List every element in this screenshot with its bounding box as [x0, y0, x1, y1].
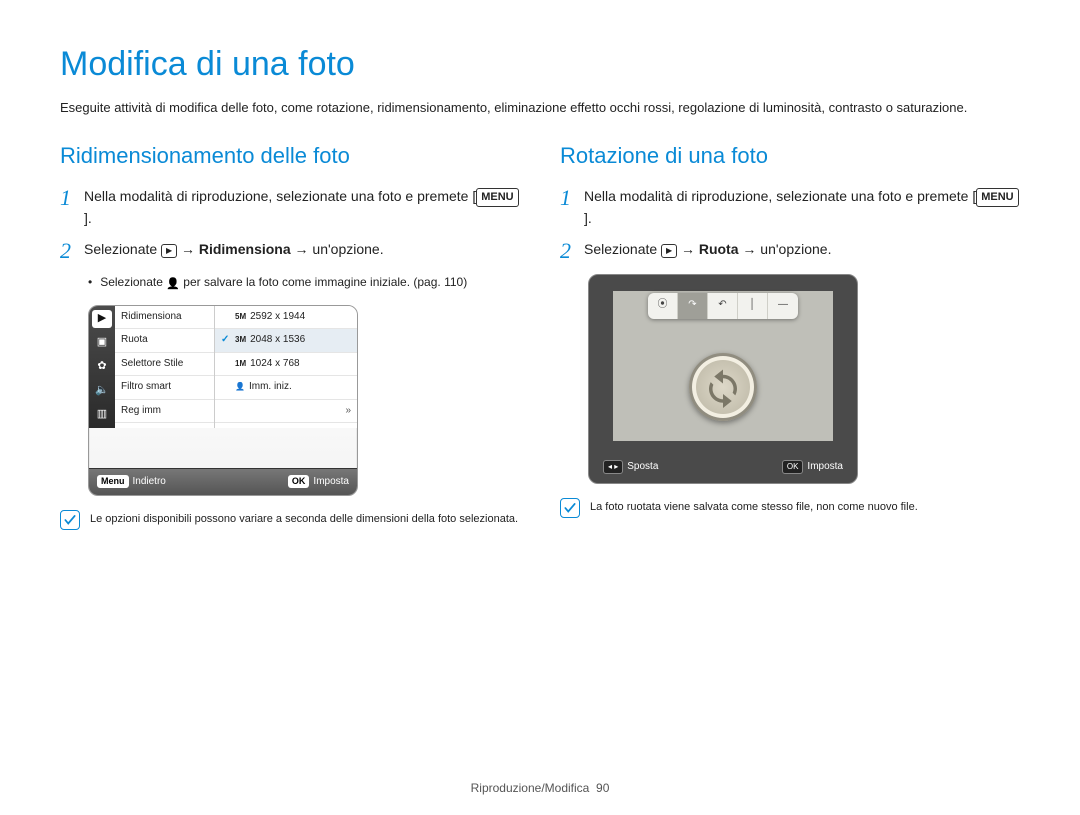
note-icon	[560, 498, 580, 518]
size-option-selected: ✓3M2048 x 1536	[215, 329, 357, 353]
step-number: 2	[60, 239, 84, 263]
display-tab-icon: ▣	[93, 334, 111, 352]
rotate-tool-ccw-icon: ↶	[708, 293, 738, 319]
page-footer: Riproduzione/Modifica 90	[0, 780, 1080, 797]
rotate-cw-arrow-icon	[702, 366, 744, 408]
resize-note-text: Le opzioni disponibili possono variare a…	[90, 510, 520, 527]
step-number: 1	[60, 186, 84, 229]
rotate-step2-c: → un'opzione.	[739, 241, 832, 257]
size-option: 5M2592 x 1944	[215, 306, 357, 330]
size-option: 1M1024 x 768	[215, 353, 357, 377]
screen-tab-icon: ▥	[93, 406, 111, 424]
rotate-tool-reset-icon: ⦿	[648, 293, 678, 319]
rotate-step1-text-b: ].	[584, 210, 592, 226]
rotate-step-1: 1 Nella modalità di riproduzione, selezi…	[560, 186, 1020, 229]
footer-sposta-label: Sposta	[627, 461, 658, 472]
resize-step2-b: →	[177, 241, 199, 257]
resize-bullet-a: Selezionate	[100, 275, 166, 289]
resize-step1-text-b: ].	[84, 210, 92, 226]
menu-item-filtro-smart: Filtro smart	[115, 376, 214, 400]
footer-imposta-label: Imposta	[807, 461, 843, 472]
footer-section: Riproduzione/Modifica	[471, 781, 590, 795]
start-image-icon	[166, 275, 180, 289]
resize-step-1: 1 Nella modalità di riproduzione, selezi…	[60, 186, 520, 229]
rotate-step1-text-a: Nella modalità di riproduzione, selezion…	[584, 188, 976, 204]
rotate-toolbar: ⦿ ↷ ↶ │ —	[648, 293, 798, 319]
rotate-note-text: La foto ruotata viene salvata come stess…	[590, 498, 1020, 515]
footer-menu-key: Menu	[97, 475, 129, 488]
screenshot-tab-strip: ▶ ▣ ✿ 🔈 ▥	[89, 306, 115, 428]
resize-step-2: 2 Selezionate → Ridimensiona → un'opzion…	[60, 239, 520, 263]
rotate-tool-flipv-icon: —	[768, 293, 798, 319]
screenshot-footer: Menu Indietro OKImposta	[89, 468, 357, 496]
play-mode-icon	[661, 244, 677, 258]
menu-item-ridimensiona: Ridimensiona	[115, 306, 214, 330]
rotate-tool-cw-icon: ↷	[678, 293, 708, 319]
resize-bullet: Selezionate per salvare la foto come imm…	[88, 274, 520, 293]
resize-section: Ridimensionamento delle foto 1 Nella mod…	[60, 140, 520, 530]
rotate-screenshot: ⦿ ↷ ↶ │ — ◂ ▸ Sposta OKImposta	[588, 274, 858, 484]
resize-note: Le opzioni disponibili possono variare a…	[60, 510, 520, 530]
rotate-step2-b: →	[677, 241, 699, 257]
footer-ok-label: Imposta	[313, 476, 349, 487]
resize-step2-bold: Ridimensiona	[199, 241, 291, 257]
footer-page-number: 90	[596, 781, 609, 795]
footer-ok-key: OK	[782, 460, 804, 474]
intro-text: Eseguite attività di modifica delle foto…	[60, 99, 1020, 118]
screenshot-option-list: 5M2592 x 1944 ✓3M2048 x 1536 1M1024 x 76…	[215, 306, 357, 428]
screenshot-menu-list: Ridimensiona Ruota Selettore Stile Filtr…	[115, 306, 215, 428]
rotate-heading: Rotazione di una foto	[560, 140, 1020, 172]
step-number: 2	[560, 239, 584, 263]
resize-heading: Ridimensionamento delle foto	[60, 140, 520, 172]
more-indicator-icon: »	[215, 400, 357, 424]
resize-step2-c: → un'opzione.	[291, 241, 384, 257]
rotate-step2-bold: Ruota	[699, 241, 739, 257]
resize-menu-screenshot: ▶ ▣ ✿ 🔈 ▥ Ridimensiona Ruota Selettore S…	[88, 305, 358, 497]
rotate-section: Rotazione di una foto 1 Nella modalità d…	[560, 140, 1020, 530]
playback-tab-icon: ▶	[92, 310, 112, 328]
size-option: 👤Imm. iniz.	[215, 376, 357, 400]
rotate-step-2: 2 Selezionate → Ruota → un'opzione.	[560, 239, 1020, 263]
settings-tab-icon: ✿	[93, 358, 111, 376]
rotate-center-button	[689, 353, 757, 421]
rotate-step2-a: Selezionate	[584, 241, 661, 257]
menu-button-icon: MENU	[976, 188, 1018, 207]
resize-bullet-b: per salvare la foto come immagine inizia…	[180, 275, 467, 289]
rotate-tool-fliph-icon: │	[738, 293, 768, 319]
resize-step2-a: Selezionate	[84, 241, 161, 257]
sound-tab-icon: 🔈	[93, 382, 111, 400]
rotate-screenshot-footer: ◂ ▸ Sposta OKImposta	[603, 460, 843, 475]
menu-item-reg-imm: Reg imm	[115, 400, 214, 424]
page-title: Modifica di una foto	[60, 40, 1020, 89]
footer-ok-key: OK	[288, 475, 310, 488]
menu-item-selettore-stile: Selettore Stile	[115, 353, 214, 377]
play-mode-icon	[161, 244, 177, 258]
menu-button-icon: MENU	[476, 188, 518, 207]
resize-step1-text-a: Nella modalità di riproduzione, selezion…	[84, 188, 476, 204]
note-icon	[60, 510, 80, 530]
rotate-note: La foto ruotata viene salvata come stess…	[560, 498, 1020, 518]
footer-nav-key: ◂ ▸	[603, 460, 623, 474]
footer-back-label: Indietro	[133, 476, 166, 487]
menu-item-ruota: Ruota	[115, 329, 214, 353]
step-number: 1	[560, 186, 584, 229]
